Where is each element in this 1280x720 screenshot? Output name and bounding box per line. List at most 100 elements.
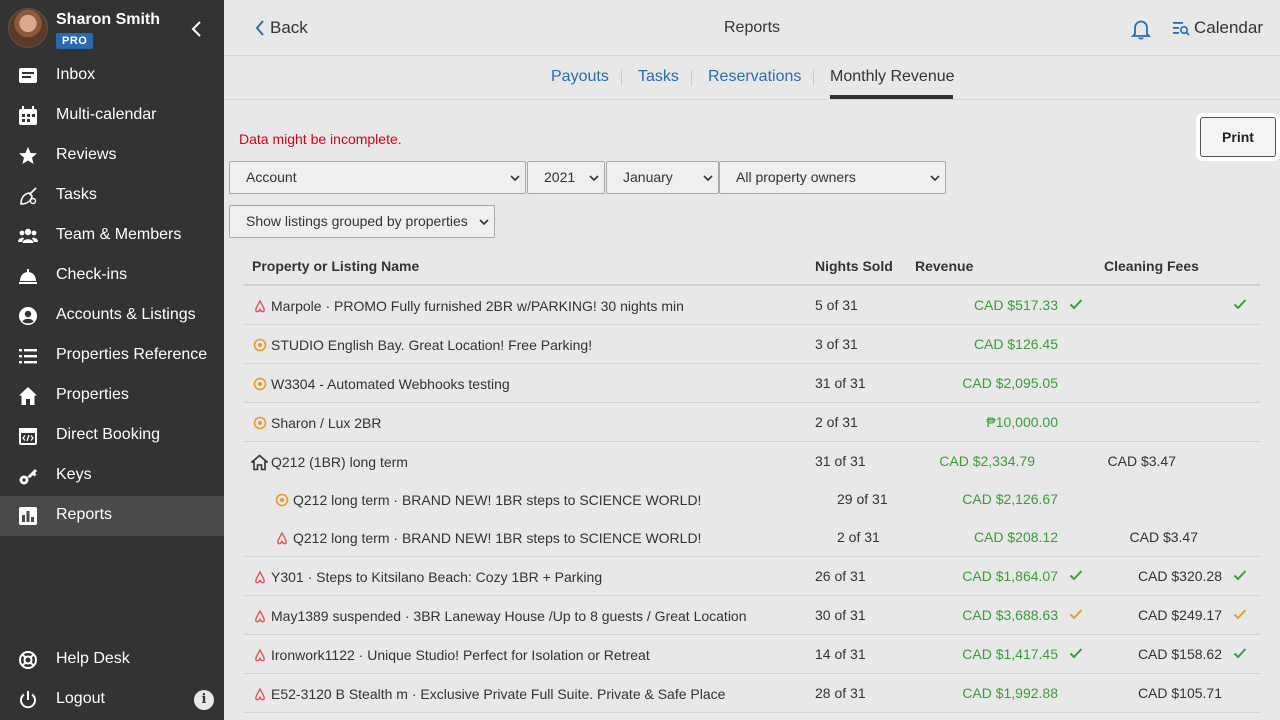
sidebar-item-direct-booking[interactable]: Direct Booking [0, 416, 224, 456]
key-icon [18, 466, 38, 486]
listing-name[interactable]: Marpole · PROMO Fully furnished 2BR w/PA… [271, 298, 684, 314]
sidebar: Sharon Smith PRO Inbox Multi-calendar Re… [0, 0, 224, 720]
sidebar-item-multi-calendar[interactable]: Multi-calendar [0, 96, 224, 136]
report-tabs: Payouts Tasks Reservations Monthly Reven… [224, 56, 1280, 100]
sidebar-item-label: Help Desk [56, 650, 130, 667]
sidebar-item-label: Tasks [56, 186, 97, 203]
table-row[interactable]: Marpole · PROMO Fully furnished 2BR w/PA… [244, 286, 1260, 325]
chevron-left-icon [255, 20, 264, 36]
table-row[interactable]: Y301 · Steps to Kitsilano Beach: Cozy 1B… [244, 557, 1260, 596]
listing-name[interactable]: Ironwork1122 · Unique Studio! Perfect fo… [271, 647, 650, 663]
account-select[interactable]: Account [229, 161, 526, 194]
table-row[interactable]: May1389 suspended · 3BR Laneway House /U… [244, 596, 1260, 635]
sidebar-item-label: Check-ins [56, 266, 128, 283]
home-icon [18, 386, 38, 406]
header-revenue[interactable]: Revenue [915, 258, 973, 274]
listing-name[interactable]: Y301 · Steps to Kitsilano Beach: Cozy 1B… [271, 569, 602, 585]
grouping-select[interactable]: Show listings grouped by properties [229, 205, 495, 238]
listing-name[interactable]: Q212 long term · BRAND NEW! 1BR steps to… [293, 530, 701, 546]
table-row[interactable]: E52-3120 B Stealth m · Exclusive Private… [244, 674, 1260, 713]
calendar-search-icon [1173, 22, 1190, 36]
chevron-down-icon [703, 175, 713, 182]
tab-reservations[interactable]: Reservations [708, 68, 801, 86]
booking-icon [253, 377, 267, 391]
nights-sold: 31 of 31 [815, 375, 866, 391]
sidebar-item-inbox[interactable]: Inbox [0, 56, 224, 96]
listing-name[interactable]: STUDIO English Bay. Great Location! Free… [271, 337, 592, 353]
airbnb-icon [253, 648, 267, 662]
check-icon [1233, 646, 1247, 660]
owners-select-value: All property owners [736, 169, 856, 185]
info-icon[interactable]: i [194, 690, 214, 710]
check-warning-icon [1069, 607, 1083, 621]
user-profile[interactable]: Sharon Smith PRO [0, 0, 224, 56]
listing-name[interactable]: Sharon / Lux 2BR [271, 415, 382, 431]
print-button[interactable]: Print [1200, 117, 1276, 157]
listing-name[interactable]: W3304 - Automated Webhooks testing [271, 376, 510, 392]
booking-icon [253, 338, 267, 352]
tab-tasks[interactable]: Tasks [638, 68, 679, 86]
header-nights-sold[interactable]: Nights Sold [815, 258, 893, 274]
sidebar-item-label: Keys [56, 466, 92, 483]
sidebar-item-label: Properties [56, 386, 129, 403]
revenue-value: CAD $2,095.05 [962, 375, 1058, 391]
check-icon [1069, 297, 1083, 311]
main-content: Back Reports Calendar Payouts Tasks Rese… [224, 0, 1280, 720]
table-row[interactable]: W3304 - Automated Webhooks testing 31 of… [244, 364, 1260, 403]
revenue-value: CAD $2,126.67 [962, 491, 1058, 507]
revenue-value: CAD $208.12 [973, 529, 1058, 545]
listing-name[interactable]: Q212 long term · BRAND NEW! 1BR steps to… [293, 492, 701, 508]
listing-name[interactable]: May1389 suspended · 3BR Laneway House /U… [271, 608, 747, 624]
back-button[interactable]: Back [254, 18, 308, 38]
sidebar-item-properties[interactable]: Properties [0, 376, 224, 416]
sidebar-item-reviews[interactable]: Reviews [0, 136, 224, 176]
sidebar-item-reports[interactable]: Reports [0, 496, 224, 536]
table-row-property-group[interactable]: Q212 (1BR) long term 31 of 31 CAD $2,334… [244, 442, 1260, 481]
collapse-sidebar-button[interactable] [188, 18, 206, 40]
sidebar-item-team-members[interactable]: Team & Members [0, 216, 224, 256]
sidebar-item-label: Accounts & Listings [56, 306, 196, 323]
sidebar-item-check-ins[interactable]: Check-ins [0, 256, 224, 296]
sidebar-item-tasks[interactable]: Tasks [0, 176, 224, 216]
owners-select[interactable]: All property owners [719, 161, 946, 194]
sidebar-item-accounts-listings[interactable]: Accounts & Listings [0, 296, 224, 336]
header-cleaning-fees[interactable]: Cleaning Fees [1104, 258, 1199, 274]
page-title: Reports [723, 19, 781, 36]
back-label: Back [270, 18, 308, 37]
user-name: Sharon Smith [56, 11, 161, 28]
sidebar-item-properties-reference[interactable]: Properties Reference [0, 336, 224, 376]
team-icon [18, 226, 38, 246]
tab-monthly-revenue[interactable]: Monthly Revenue [830, 68, 955, 86]
table-row-sub-listing[interactable]: Q212 long term · BRAND NEW! 1BR steps to… [244, 480, 1260, 519]
tab-payouts[interactable]: Payouts [551, 68, 609, 86]
account-select-value: Account [246, 169, 297, 185]
table-row[interactable]: Sharon / Lux 2BR 2 of 31 ₱10,000.00 [244, 403, 1260, 442]
chevron-down-icon [510, 175, 520, 182]
bell-icon[interactable] [1130, 18, 1152, 40]
property-name[interactable]: Q212 (1BR) long term [271, 454, 408, 470]
cleaning-fee-value: CAD $3.47 [1107, 453, 1176, 469]
year-select[interactable]: 2021 [527, 161, 605, 194]
nights-sold: 14 of 31 [815, 646, 866, 662]
check-icon [1233, 297, 1247, 311]
chevron-down-icon [589, 175, 599, 182]
top-bar: Back Reports Calendar [224, 0, 1280, 56]
chevron-down-icon [930, 175, 940, 182]
sidebar-item-logout[interactable]: Logout i [0, 680, 224, 720]
nights-sold: 30 of 31 [815, 607, 866, 623]
avatar[interactable] [8, 8, 48, 48]
nights-sold: 26 of 31 [815, 568, 866, 584]
month-select[interactable]: January [606, 161, 719, 194]
table-row[interactable]: STUDIO English Bay. Great Location! Free… [244, 325, 1260, 364]
nights-sold: 3 of 31 [815, 336, 858, 352]
listing-name[interactable]: E52-3120 B Stealth m · Exclusive Private… [271, 686, 725, 702]
nights-sold: 31 of 31 [815, 453, 866, 469]
sidebar-item-label: Logout [56, 690, 105, 707]
header-property-name[interactable]: Property or Listing Name [252, 258, 419, 274]
calendar-link[interactable]: Calendar [1172, 18, 1263, 38]
revenue-value: CAD $126.45 [973, 336, 1058, 352]
table-row-sub-listing[interactable]: Q212 long term · BRAND NEW! 1BR steps to… [244, 518, 1260, 557]
table-row[interactable]: Ironwork1122 · Unique Studio! Perfect fo… [244, 635, 1260, 674]
sidebar-item-help-desk[interactable]: Help Desk [0, 640, 224, 680]
sidebar-item-keys[interactable]: Keys [0, 456, 224, 496]
